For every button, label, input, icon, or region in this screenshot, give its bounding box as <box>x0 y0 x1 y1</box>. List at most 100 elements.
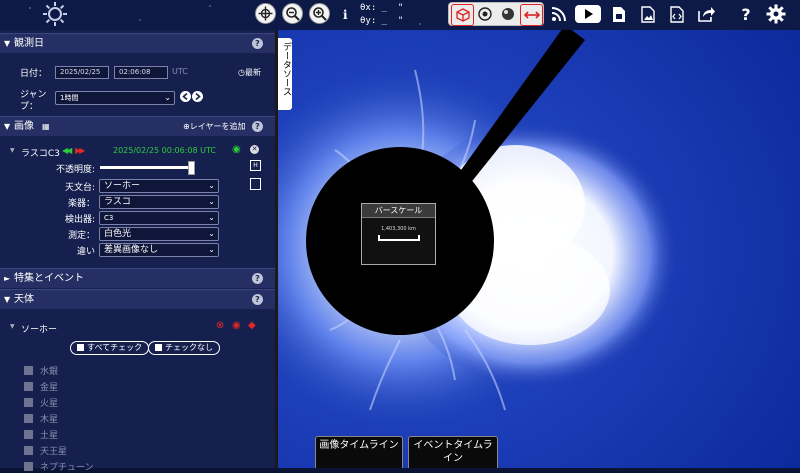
center-view-button[interactable] <box>255 3 276 24</box>
document-camera-icon <box>613 6 625 22</box>
planet-item-uranus[interactable]: 天王星 <box>24 444 67 457</box>
expand-triangle-icon: ► <box>4 274 11 283</box>
help-icon[interactable]: ? <box>252 121 263 132</box>
top-toolbar: i θx: _ " θy: _ " ? <box>0 0 800 30</box>
sidebar: ▼ 観測日 ? 日付： 2025/02/25 02:06:08 UTC ◷最新 … <box>0 30 275 473</box>
arrow-right-icon <box>195 92 201 101</box>
jump-label: ジャンプ： <box>20 90 47 112</box>
image-viewport[interactable] <box>275 30 800 468</box>
image-download-button[interactable] <box>636 3 660 25</box>
instrument-label: 楽器： <box>67 199 95 209</box>
rss-button[interactable] <box>547 3 571 25</box>
coord-y-readout: θy: _ " <box>360 16 404 26</box>
chevron-down-icon: ⌄ <box>208 197 215 206</box>
planet-item-jupiter[interactable]: 木星 <box>24 412 58 425</box>
arrow-left-icon <box>182 92 188 101</box>
movie-mode-button[interactable] <box>474 4 495 24</box>
checkbox-icon <box>24 430 33 439</box>
chevron-down-icon: ⌄ <box>164 93 171 102</box>
jump-interval-select[interactable]: 1時間 ⌄ <box>55 91 175 105</box>
planet-item-saturn[interactable]: 土星 <box>24 428 58 441</box>
group-collapse-icon[interactable]: ▼ <box>10 323 15 330</box>
image-timeline-button[interactable]: 画像タイムライン <box>315 436 403 468</box>
zoom-out-icon <box>286 7 300 21</box>
download-layer-icon[interactable]: H <box>250 160 261 171</box>
zoom-in-button[interactable] <box>309 3 330 24</box>
view-toggle-group <box>448 2 544 26</box>
coronagraph-image <box>275 30 800 468</box>
visibility-eye-icon[interactable]: ◉ <box>232 320 241 331</box>
check-all-button[interactable]: すべてチェック <box>70 341 150 355</box>
info-icon[interactable]: i <box>343 8 348 22</box>
planet-item-mars[interactable]: 火星 <box>24 396 58 409</box>
collapse-triangle-icon: ▼ <box>4 122 11 131</box>
share-button[interactable] <box>694 3 718 25</box>
tag-icon[interactable]: ◆ <box>248 320 256 331</box>
gear-icon <box>766 4 786 24</box>
planet-item-mercury[interactable]: 水銀 <box>24 364 58 377</box>
images-header[interactable]: ▼ 画像 ▦ ⊕レイヤーを追加 ? <box>0 116 275 136</box>
globe-view-button[interactable] <box>497 4 518 24</box>
detector-select[interactable]: C3 ⌄ <box>99 211 219 225</box>
check-none-button[interactable]: チェックなし <box>148 341 220 355</box>
crosshair-icon <box>258 6 273 21</box>
image-file-icon <box>641 5 655 23</box>
opacity-label: 不透明度: <box>55 165 95 175</box>
difference-select[interactable]: 差異画像なし ⌄ <box>99 243 219 257</box>
help-icon[interactable]: ? <box>252 273 263 284</box>
bodies-group-name: ソーホー <box>21 325 58 335</box>
chevron-down-icon: ⌄ <box>208 181 215 190</box>
zoom-out-button[interactable] <box>282 3 303 24</box>
remove-layer-icon[interactable]: ✕ <box>250 145 259 154</box>
layer-timestamp: 2025/02/25 00:06:08 UTC <box>113 146 216 155</box>
help-icon[interactable]: ? <box>252 38 263 49</box>
layer-name: ラスコC3 <box>21 149 60 159</box>
target-icon <box>477 7 492 21</box>
visibility-eye-icon[interactable]: ◉ <box>232 144 241 155</box>
observation-date-header[interactable]: ▼ 観測日 ? <box>0 33 275 53</box>
rss-icon <box>551 7 566 22</box>
code-file-icon <box>670 5 684 23</box>
prev-next-arrows-icon[interactable]: ◀◀ <box>62 146 72 155</box>
features-events-header[interactable]: ► 特集とイベント ? <box>0 268 275 288</box>
planet-item-neptune[interactable]: ネプチューン <box>24 460 94 473</box>
opacity-slider-handle[interactable] <box>188 161 195 175</box>
remove-bodies-icon[interactable]: ⊗ <box>216 320 224 331</box>
checkbox-icon <box>24 398 33 407</box>
planet-item-venus[interactable]: 金星 <box>24 380 58 393</box>
event-timeline-button[interactable]: イベントタイムライン <box>408 436 498 468</box>
date-label: 日付： <box>20 69 48 79</box>
screenshot-button[interactable] <box>607 3 631 25</box>
jump-back-button[interactable] <box>180 91 191 102</box>
celestial-bodies-header[interactable]: ▼ 天体 ? <box>0 289 275 309</box>
data-sources-tab[interactable]: データソース <box>278 38 292 110</box>
checkbox-icon <box>24 382 33 391</box>
measurement-select[interactable]: 白色光 ⌄ <box>99 227 219 241</box>
help-icon[interactable]: ? <box>734 3 758 25</box>
3d-view-button[interactable] <box>451 4 474 26</box>
checkbox-empty-icon <box>155 344 162 351</box>
settings-button[interactable] <box>764 3 788 25</box>
add-layer-button[interactable]: ⊕レイヤーを追加 <box>183 117 245 136</box>
help-icon[interactable]: ? <box>252 294 263 305</box>
next-arrows-icon[interactable]: ▶▶ <box>75 146 85 155</box>
collapse-triangle-icon: ▼ <box>4 295 11 304</box>
latest-button[interactable]: ◷最新 <box>238 67 261 78</box>
opacity-slider-track[interactable] <box>100 166 194 169</box>
youtube-button[interactable] <box>574 3 602 25</box>
jump-forward-button[interactable] <box>192 91 203 102</box>
share-icon <box>698 7 715 22</box>
instrument-select[interactable]: ラスコ ⌄ <box>99 195 219 209</box>
time-input[interactable]: 02:06:08 <box>114 66 168 79</box>
scale-bar-widget[interactable]: バースケール 1,403,300 km <box>361 203 436 265</box>
youtube-icon <box>575 5 601 23</box>
date-input[interactable]: 2025/02/25 <box>55 66 109 79</box>
embed-button[interactable] <box>665 3 689 25</box>
helioviewer-logo-icon[interactable] <box>42 1 68 27</box>
checkbox-icon <box>24 366 33 375</box>
image-info-icon[interactable] <box>250 178 261 190</box>
observatory-select[interactable]: ソーホー ⌄ <box>99 179 219 193</box>
scale-bar-button[interactable] <box>520 4 543 26</box>
cube-icon <box>455 8 470 22</box>
layer-collapse-icon[interactable]: ▼ <box>10 147 15 154</box>
